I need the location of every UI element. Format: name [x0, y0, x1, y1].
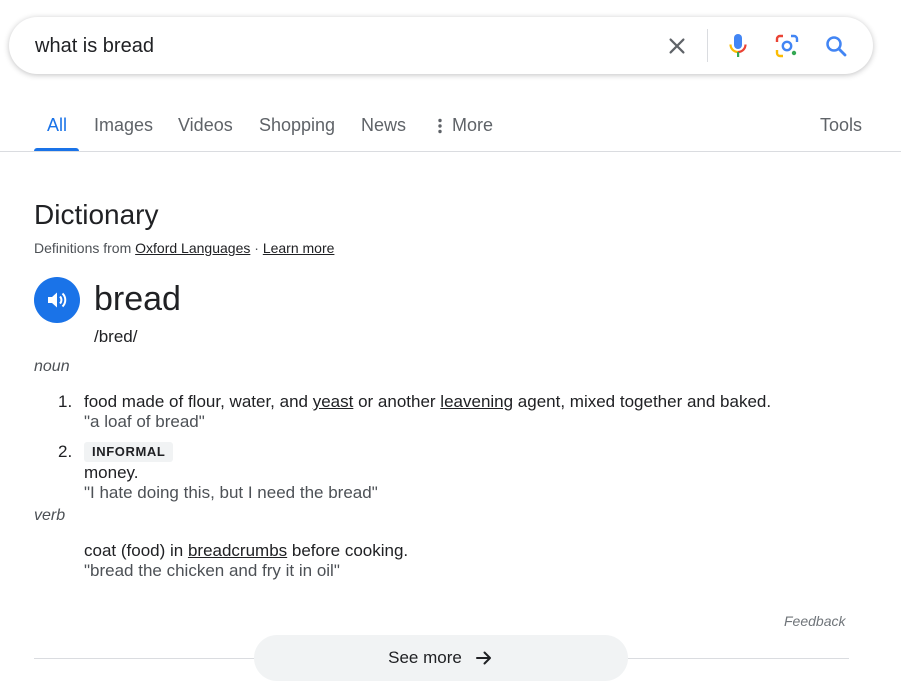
breadcrumbs-link[interactable]: breadcrumbs [188, 541, 287, 560]
definition-3: coat (food) in breadcrumbs before cookin… [84, 541, 408, 561]
source-separator: · [254, 240, 259, 256]
leavening-link[interactable]: leavening [440, 392, 513, 411]
search-bar-divider [707, 29, 708, 62]
definition-text: food made of flour, water, and [84, 392, 313, 411]
informal-badge: INFORMAL [84, 442, 174, 462]
definition-text: or another [353, 392, 441, 411]
see-more-label: See more [388, 648, 462, 667]
yeast-link[interactable]: yeast [313, 392, 354, 411]
tab-news[interactable]: News [361, 115, 406, 136]
definition-text: agent, mixed together and baked. [513, 392, 772, 411]
speaker-icon [48, 292, 67, 308]
microphone-icon[interactable] [723, 31, 753, 61]
definition-text: before cooking. [287, 541, 409, 560]
tab-images[interactable]: Images [94, 115, 153, 136]
phonetic-spelling: /bred/ [94, 327, 138, 346]
feedback-link[interactable]: Feedback [784, 613, 845, 629]
part-of-speech-verb: verb [34, 507, 66, 524]
search-input[interactable]: what is bread [35, 35, 154, 58]
part-of-speech-noun: noun [34, 358, 70, 375]
definition-1: food made of flour, water, and yeast or … [84, 392, 771, 412]
dictionary-title: Dictionary [34, 199, 159, 230]
tab-shopping[interactable]: Shopping [259, 115, 335, 136]
definition-number: 1. [58, 392, 73, 411]
more-vert-icon [438, 119, 442, 134]
tabs-divider [0, 151, 901, 152]
tab-more[interactable]: More [438, 115, 493, 136]
camera-lens-icon[interactable] [772, 31, 802, 61]
clear-icon[interactable] [662, 31, 692, 61]
tab-all[interactable]: All [47, 115, 67, 136]
headword: bread [94, 280, 181, 318]
learn-more-link[interactable]: Learn more [263, 240, 335, 256]
definition-3-example: "bread the chicken and fry it in oil" [84, 561, 340, 580]
search-icon[interactable] [821, 31, 851, 61]
definition-text: coat (food) in [84, 541, 188, 560]
oxford-languages-link[interactable]: Oxford Languages [135, 240, 250, 256]
search-bar: what is bread [9, 17, 873, 74]
source-prefix: Definitions from [34, 240, 132, 256]
definition-1-example: "a loaf of bread" [84, 412, 205, 431]
dictionary-source: Definitions from Oxford Languages · Lear… [34, 240, 334, 256]
tools-button[interactable]: Tools [820, 115, 862, 136]
see-more-button[interactable]: See more [254, 635, 628, 681]
pronunciation-speaker-button[interactable] [34, 277, 80, 323]
definition-2-example: "I hate doing this, but I need the bread… [84, 483, 378, 502]
definition-number: 2. [58, 442, 73, 461]
tab-videos[interactable]: Videos [178, 115, 233, 136]
arrow-right-icon [475, 651, 491, 665]
definition-2: money. [84, 463, 139, 482]
search-tabs: All Images Videos Shopping News More Too… [0, 105, 901, 151]
tab-more-label: More [452, 115, 494, 135]
